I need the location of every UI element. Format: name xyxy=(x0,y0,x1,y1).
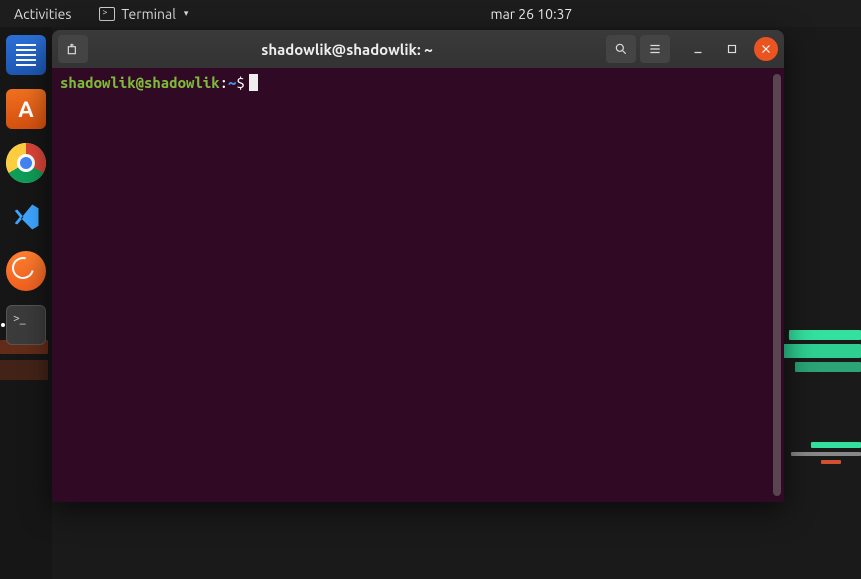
dock-item-ubuntu-software[interactable]: A xyxy=(6,89,46,129)
prompt-separator: : xyxy=(220,74,228,91)
dock-item-text-editor[interactable] xyxy=(6,35,46,75)
dock-item-google-chrome[interactable] xyxy=(6,143,46,183)
window-title: shadowlik@shadowlik: ~ xyxy=(92,41,602,58)
dock-item-postman[interactable] xyxy=(6,251,46,291)
terminal-icon xyxy=(99,7,115,21)
close-button[interactable] xyxy=(754,37,778,61)
text-cursor xyxy=(249,74,258,91)
close-icon xyxy=(759,42,773,56)
hamburger-menu-button[interactable] xyxy=(640,35,670,63)
activities-button[interactable]: Activities xyxy=(10,6,75,22)
app-menu-label: Terminal xyxy=(121,6,176,22)
terminal-window: shadowlik@shadowlik: ~ shadowlik@shadowl… xyxy=(52,30,784,502)
dock-item-vscode[interactable] xyxy=(6,197,46,237)
prompt-user-host: shadowlik@shadowlik xyxy=(60,74,220,91)
scrollbar[interactable] xyxy=(773,74,781,496)
clock[interactable]: mar 26 10:37 xyxy=(491,6,573,22)
prompt-line: shadowlik@shadowlik:~$ xyxy=(60,74,776,91)
new-tab-button[interactable] xyxy=(58,35,88,63)
prompt-path: ~ xyxy=(228,74,236,91)
gnome-top-bar: Activities Terminal ▾ mar 26 10:37 xyxy=(0,0,861,27)
vscode-icon xyxy=(11,202,41,232)
dock-item-terminal[interactable]: >_ xyxy=(6,305,46,345)
terminal-viewport[interactable]: shadowlik@shadowlik:~$ xyxy=(52,68,784,502)
minimize-icon xyxy=(691,42,705,56)
search-button[interactable] xyxy=(606,35,636,63)
minimize-button[interactable] xyxy=(686,37,710,61)
maximize-button[interactable] xyxy=(720,37,744,61)
chevron-down-icon: ▾ xyxy=(184,8,189,19)
hamburger-icon xyxy=(648,42,662,56)
search-icon xyxy=(614,42,628,56)
prompt-symbol: $ xyxy=(236,74,244,91)
maximize-icon xyxy=(725,42,739,56)
ubuntu-dock: A >_ xyxy=(0,27,52,579)
new-tab-icon xyxy=(66,42,80,56)
app-menu-indicator[interactable]: Terminal ▾ xyxy=(99,6,188,22)
window-titlebar[interactable]: shadowlik@shadowlik: ~ xyxy=(52,30,784,68)
